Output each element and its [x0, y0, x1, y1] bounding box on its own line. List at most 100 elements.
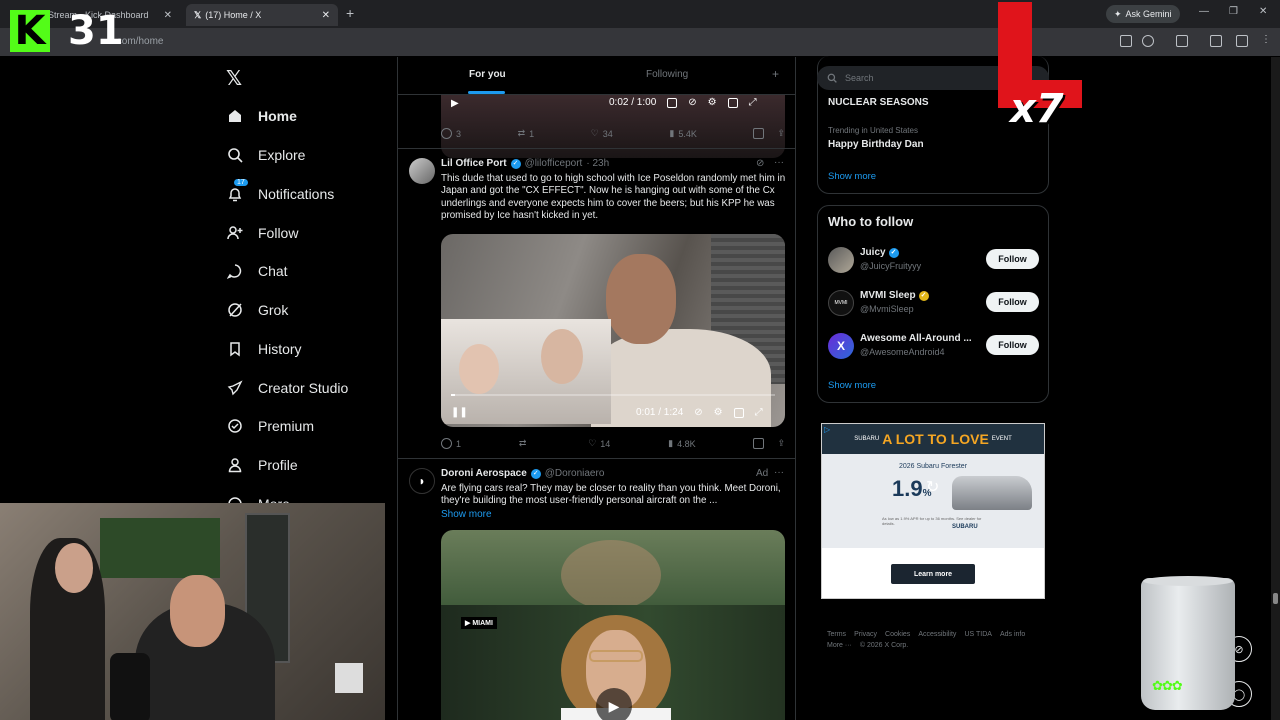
- reply-button[interactable]: 3: [441, 128, 461, 139]
- like-button[interactable]: ♡ 34: [591, 128, 613, 139]
- adchoices-icon[interactable]: ▷: [824, 425, 830, 434]
- nav-item-chat[interactable]: Chat: [226, 259, 288, 283]
- replay-icon[interactable]: ↻: [926, 477, 939, 497]
- follow-button[interactable]: Follow: [986, 292, 1039, 312]
- suggestion-name[interactable]: MVMI Sleep: [860, 290, 916, 301]
- close-icon[interactable]: ✕: [322, 10, 330, 21]
- avatar[interactable]: X: [828, 333, 854, 359]
- post-handle[interactable]: @Doroniaero: [545, 468, 605, 479]
- post-author-name[interactable]: Lil Office Port: [441, 158, 507, 169]
- play-icon[interactable]: ▶: [596, 688, 632, 720]
- webcam-overlay: [0, 503, 385, 720]
- footer-link-privacy[interactable]: Privacy: [854, 631, 877, 638]
- avatar[interactable]: [828, 247, 854, 273]
- pip-icon[interactable]: [727, 97, 738, 108]
- mute-icon[interactable]: ⊘: [694, 407, 702, 418]
- scrollbar-thumb[interactable]: [1273, 593, 1278, 604]
- post-text: Are flying cars real? They may be closer…: [441, 483, 781, 507]
- nav-item-premium[interactable]: Premium: [226, 414, 314, 438]
- video-progress-bar[interactable]: [451, 394, 775, 396]
- follow-button[interactable]: Follow: [986, 249, 1039, 269]
- nav-label: Profile: [258, 457, 298, 473]
- suggestion-name[interactable]: Awesome All-Around ...: [860, 333, 972, 344]
- repost-button[interactable]: ⇄ 1: [518, 128, 535, 139]
- maximize-button[interactable]: ❐: [1229, 6, 1238, 17]
- close-window-button[interactable]: ✕: [1259, 6, 1267, 17]
- chat-icon: [226, 262, 244, 280]
- follow-suggestion: Juicy ✓ @JuicyFruityyy Follow: [828, 245, 1040, 275]
- bookmark-star-icon[interactable]: [1142, 35, 1154, 47]
- profile-icon[interactable]: [1236, 35, 1248, 47]
- ask-gemini-button[interactable]: ✦ Ask Gemini: [1106, 5, 1180, 23]
- browser-tab-x-home[interactable]: 𝕏 (17) Home / X ✕: [186, 4, 338, 26]
- footer-link-terms[interactable]: Terms: [827, 631, 846, 638]
- avatar[interactable]: [409, 158, 435, 184]
- repost-icon: ⇄: [518, 438, 527, 448]
- learn-more-button[interactable]: Learn more: [891, 564, 975, 584]
- grok-icon[interactable]: ⊘: [756, 158, 764, 169]
- tab-for-you[interactable]: For you: [469, 69, 506, 80]
- show-more-link[interactable]: Show more: [441, 509, 492, 520]
- avatar[interactable]: ◗: [409, 468, 435, 494]
- nav-item-follow[interactable]: Follow: [226, 221, 298, 245]
- trend-item[interactable]: Happy Birthday Dan: [828, 139, 924, 150]
- minimize-button[interactable]: —: [1199, 6, 1209, 17]
- trends-show-more-link[interactable]: Show more: [828, 171, 876, 182]
- trend-item[interactable]: NUCLEAR SEASONS: [828, 97, 929, 108]
- footer-link-ads-info[interactable]: Ads info: [1000, 631, 1025, 638]
- footer-link-accessibility[interactable]: Accessibility: [918, 631, 956, 638]
- fullscreen-icon[interactable]: ⤢: [749, 97, 757, 108]
- reply-button[interactable]: 1: [441, 438, 461, 449]
- fullscreen-icon[interactable]: ⤢: [755, 407, 763, 418]
- share-icon[interactable]: ⇪: [777, 128, 785, 139]
- bookmark-icon[interactable]: [753, 438, 765, 449]
- bookmark-icon[interactable]: [753, 128, 765, 139]
- footer-link-more[interactable]: More ···: [827, 642, 852, 649]
- install-app-icon[interactable]: [1120, 35, 1132, 47]
- nav-item-home[interactable]: Home: [226, 104, 297, 128]
- page-scrollbar[interactable]: [1271, 57, 1280, 720]
- mute-icon[interactable]: ⊘: [688, 97, 696, 108]
- nav-item-profile[interactable]: Profile: [226, 453, 298, 477]
- add-feed-button[interactable]: +: [772, 67, 779, 81]
- post-video[interactable]: ▶ MIAMI ▶: [441, 530, 785, 720]
- like-button[interactable]: ♡ 14: [588, 438, 610, 449]
- follow-button[interactable]: Follow: [986, 335, 1039, 355]
- footer-link-ustida[interactable]: US TIDA: [964, 631, 992, 638]
- post-author-name[interactable]: Doroni Aerospace: [441, 468, 527, 479]
- suggestion-name[interactable]: Juicy: [860, 247, 886, 258]
- share-actions: ⇪: [753, 128, 785, 139]
- avatar[interactable]: MVMI: [828, 290, 854, 316]
- nav-item-history[interactable]: History: [226, 337, 302, 361]
- more-options-icon[interactable]: ···: [774, 467, 784, 478]
- captions-icon[interactable]: [667, 97, 678, 108]
- settings-gear-icon[interactable]: ⚙: [708, 97, 717, 108]
- post-handle[interactable]: @lilofficeport: [525, 158, 583, 169]
- menu-kebab-icon[interactable]: ⋮: [1261, 34, 1271, 45]
- views-button[interactable]: ▮ 5.4K: [669, 128, 696, 139]
- address-bar[interactable]: .com/home: [0, 28, 1280, 56]
- play-icon[interactable]: ▶: [451, 98, 459, 109]
- more-options-icon[interactable]: ···: [774, 157, 784, 168]
- share-icon[interactable]: ⇪: [777, 438, 785, 449]
- footer-link-cookies[interactable]: Cookies: [885, 631, 910, 638]
- x-logo[interactable]: 𝕏: [226, 66, 242, 90]
- new-tab-button[interactable]: +: [346, 5, 354, 21]
- close-icon[interactable]: ✕: [164, 10, 172, 21]
- nav-item-grok[interactable]: Grok: [226, 298, 288, 322]
- pause-icon[interactable]: ❚❚: [451, 407, 468, 418]
- nav-item-notifications[interactable]: 17 Notifications: [226, 179, 334, 206]
- tab-following[interactable]: Following: [646, 69, 688, 80]
- sidebar-ad[interactable]: SUBARU A LOT TO LOVE EVENT ▷ 2026 Subaru…: [821, 423, 1045, 599]
- who-to-follow-show-more-link[interactable]: Show more: [828, 380, 876, 391]
- reading-list-icon[interactable]: [1210, 35, 1222, 47]
- nav-item-explore[interactable]: Explore: [226, 143, 305, 167]
- settings-gear-icon[interactable]: ⚙: [714, 407, 723, 418]
- views-button[interactable]: ▮ 4.8K: [668, 438, 695, 449]
- post-video[interactable]: [441, 234, 785, 427]
- extensions-icon[interactable]: [1176, 35, 1188, 47]
- nav-label: Follow: [258, 225, 299, 241]
- repost-button[interactable]: ⇄: [519, 438, 531, 449]
- pip-icon[interactable]: [733, 407, 744, 418]
- nav-item-creator-studio[interactable]: Creator Studio: [226, 376, 348, 400]
